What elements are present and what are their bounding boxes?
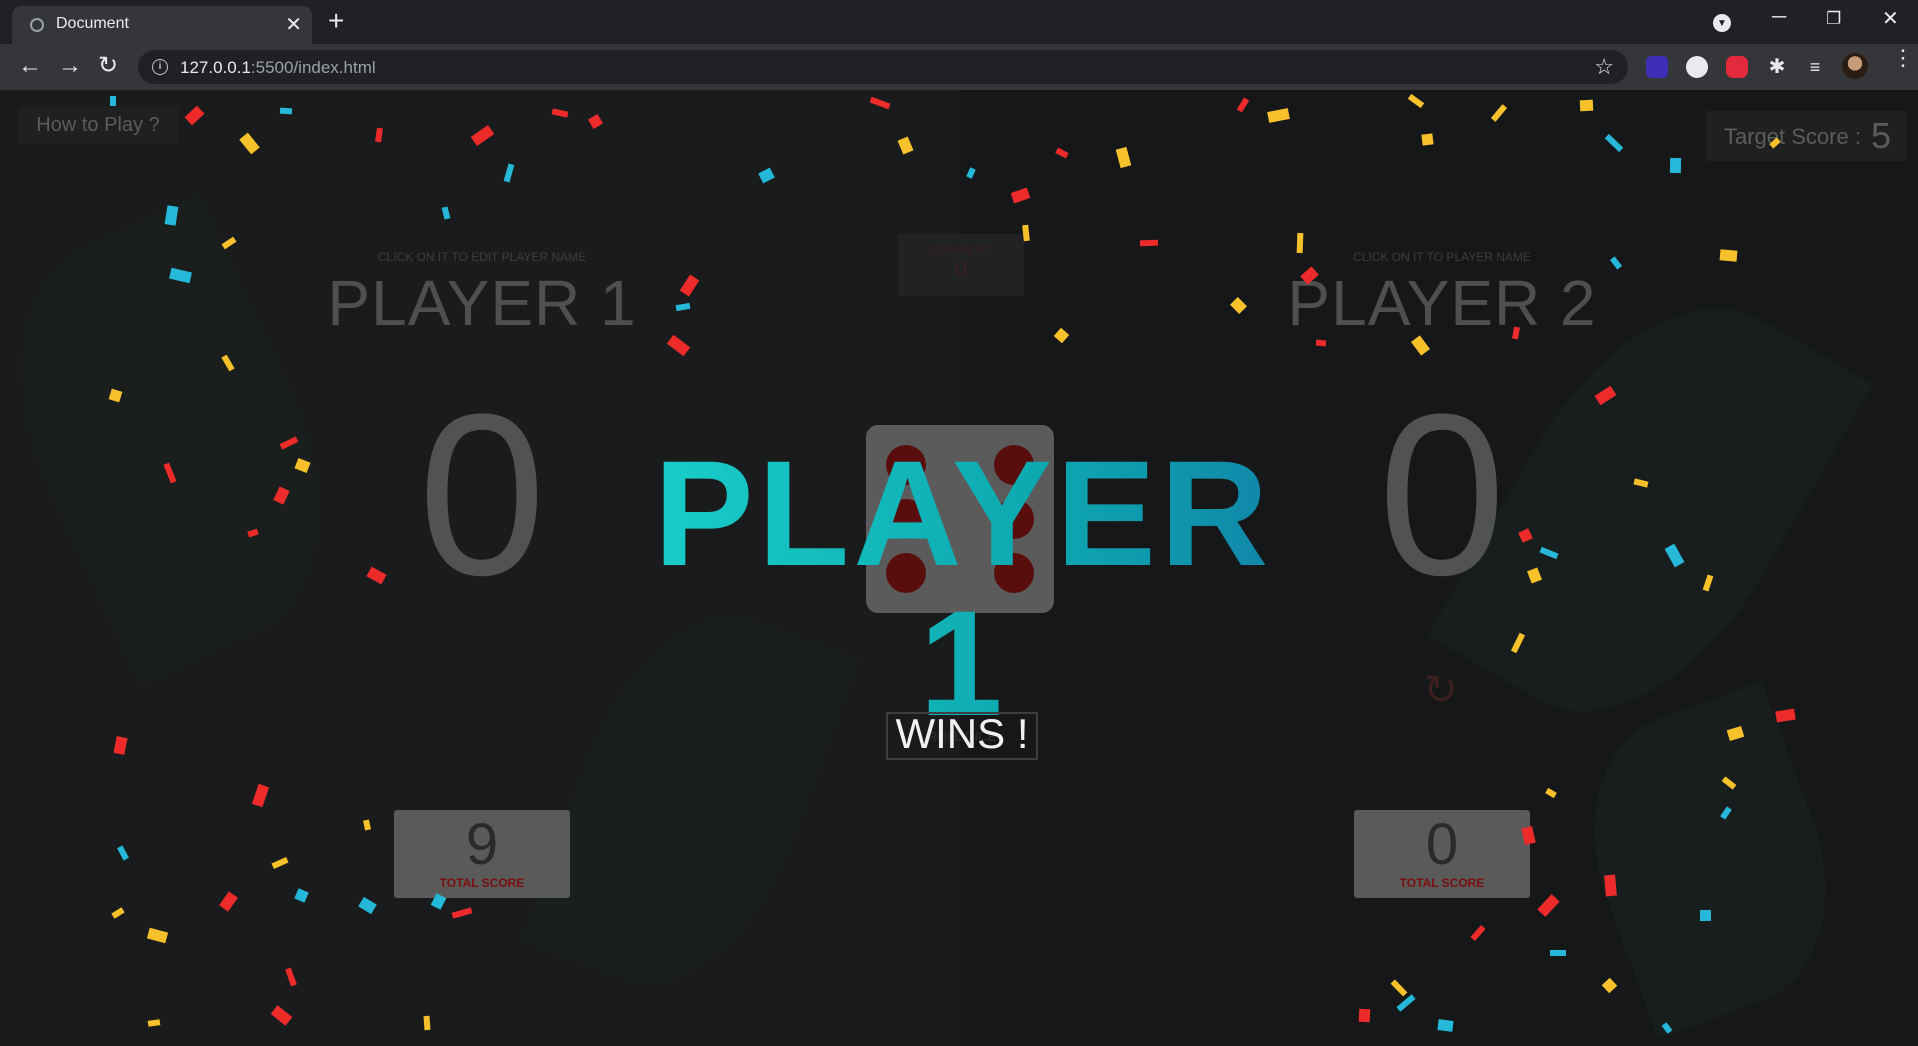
player1-total-score-box: 9 TOTAL SCORE (394, 810, 570, 898)
forward-icon[interactable]: → (58, 54, 82, 78)
tab-document[interactable]: Document ✕ (12, 6, 312, 44)
player1-name[interactable]: PLAYER 1 (282, 266, 682, 340)
current-score-value: 0 (954, 257, 968, 282)
confetti-piece (1139, 239, 1159, 247)
confetti-piece (110, 96, 116, 106)
url-text[interactable]: 127.0.0.1:5500/index.html (180, 58, 376, 78)
puzzle-icon[interactable]: ✱ (1766, 56, 1788, 78)
bookmark-star-icon[interactable]: ☆ (1594, 54, 1614, 80)
back-icon[interactable]: ← (18, 54, 42, 78)
player2-total-score: 0 (1425, 812, 1459, 877)
close-tab-icon[interactable]: ✕ (285, 12, 302, 37)
player1-edit-hint: CLICK ON IT TO EDIT PLAYER NAME (377, 250, 587, 264)
info-icon[interactable]: i (152, 59, 168, 75)
target-score-label: Target Score : (1724, 124, 1861, 149)
confetti-piece (1719, 249, 1738, 262)
reset-icon[interactable]: ↻ (1423, 669, 1463, 711)
restore-icon[interactable]: ❐ (1826, 9, 1841, 29)
player2-total-score-box: 0 TOTAL SCORE (1354, 810, 1530, 898)
profile-avatar[interactable] (1842, 53, 1868, 79)
current-score-label: CURRENT (929, 242, 993, 257)
player1-current-score: 0 (418, 366, 546, 623)
player2-total-label: TOTAL SCORE (1399, 876, 1485, 890)
tab-title: Document (56, 15, 129, 32)
extension-icon-red[interactable] (1726, 56, 1748, 78)
wins-text: WINS ! (895, 710, 1029, 757)
page-viewport: How to Play ? Target Score : 5 CLICK ON I… (0, 90, 1918, 1046)
confetti-piece (1579, 99, 1594, 112)
kebab-menu-icon[interactable]: ⋮ (1892, 47, 1914, 69)
reading-list-icon[interactable]: ≡ (1804, 56, 1826, 78)
confetti-piece (1315, 339, 1327, 347)
address-bar[interactable]: i 127.0.0.1:5500/index.html ☆ (138, 50, 1628, 84)
target-score-box[interactable]: Target Score : 5 (1706, 111, 1906, 161)
player2-current-score: 0 (1378, 366, 1506, 623)
reload-icon[interactable]: ↻ (98, 54, 118, 78)
minimize-icon[interactable]: ─ (1772, 6, 1786, 29)
browser-toolbar: ← → ↻ i 127.0.0.1:5500/index.html ☆ ✱ ≡ … (0, 44, 1918, 90)
player1-total-score: 9 (465, 812, 499, 877)
confetti-piece (1669, 157, 1682, 174)
tab-strip: Document ✕ + ▼ ─ ❐ ✕ (0, 0, 1918, 44)
new-tab-button[interactable]: + (328, 6, 344, 36)
extension-icon-circle[interactable] (1686, 56, 1708, 78)
confetti-piece (1604, 874, 1617, 897)
target-score-value: 5 (1870, 115, 1891, 156)
confetti-piece (423, 1015, 431, 1031)
player1-total-label: TOTAL SCORE (439, 876, 525, 890)
player2-edit-hint: CLICK ON IT TO PLAYER NAME (1353, 250, 1531, 264)
roll-dice-button[interactable]: ROLL DICE WINS ! (886, 710, 1038, 760)
confetti-piece (1437, 1019, 1454, 1032)
how-to-play-button[interactable]: How to Play ? (18, 107, 178, 143)
confetti-piece (1699, 909, 1712, 922)
confetti-piece (1550, 950, 1566, 956)
confetti-piece (1296, 232, 1304, 254)
confetti-piece (1421, 133, 1434, 146)
extension-icon-purple[interactable] (1646, 56, 1668, 78)
globe-icon (30, 18, 44, 32)
tab-search-icon[interactable]: ▼ (1713, 14, 1731, 32)
confetti-piece (1358, 1008, 1371, 1023)
confetti-piece (279, 107, 293, 115)
current-score-box: CURRENT 0 (898, 234, 1024, 296)
close-window-icon[interactable]: ✕ (1882, 6, 1899, 31)
winner-name: PLAYER 1 (618, 438, 1308, 738)
